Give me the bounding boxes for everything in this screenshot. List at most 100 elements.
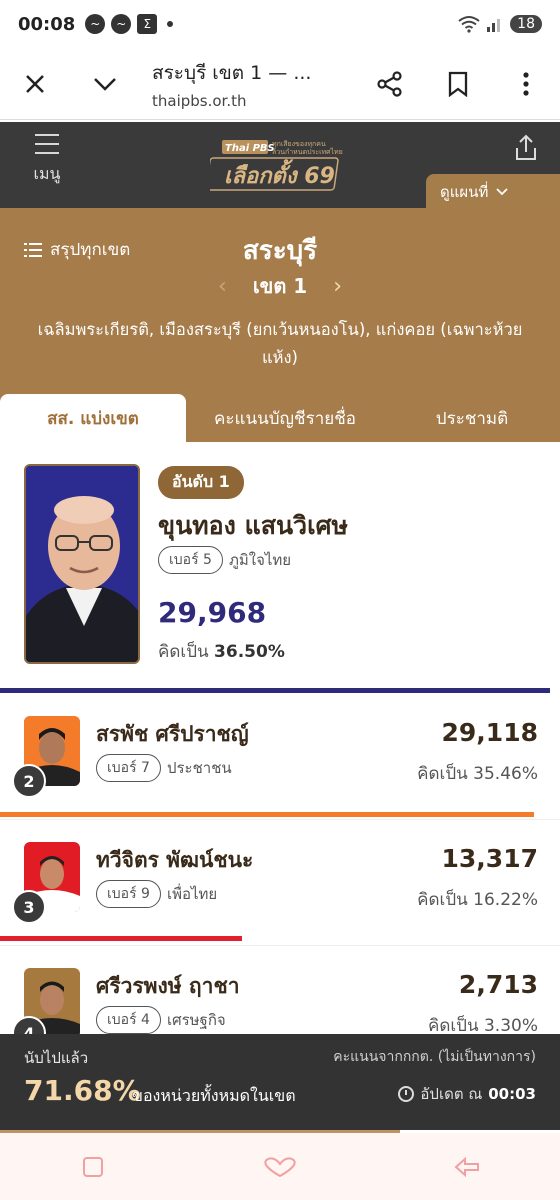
district-navigator: ‹ เขต 1 › bbox=[0, 270, 560, 302]
share-button[interactable] bbox=[356, 48, 424, 120]
chevron-down-icon bbox=[94, 77, 116, 91]
home-button[interactable] bbox=[250, 1147, 310, 1187]
menu-label: เมนู bbox=[33, 164, 61, 183]
site-share-button[interactable] bbox=[510, 132, 542, 164]
status-time: 00:08 bbox=[18, 13, 76, 35]
candidate-party-line: เบอร์ 4 เศรษฐกิจ bbox=[96, 1006, 226, 1034]
percent-value: 36.50% bbox=[214, 642, 285, 662]
vote-share-bar bbox=[0, 812, 534, 817]
rank-number: 2 bbox=[12, 764, 46, 798]
battery-indicator: 18 bbox=[510, 15, 542, 33]
tab-constituency[interactable]: สส. แบ่งเขต bbox=[0, 394, 186, 442]
winner-votes: 29,968 bbox=[158, 596, 267, 629]
tab-party-list[interactable]: คะแนนบัญชีรายชื่อ bbox=[186, 394, 384, 442]
candidate-number: เบอร์ 4 bbox=[96, 1006, 161, 1034]
sigma-app-icon: Σ bbox=[137, 14, 158, 34]
candidate-name: ทวีจิตร พัฒน์ชนะ bbox=[96, 848, 254, 872]
view-map-label: ดูแผนที่ bbox=[440, 183, 489, 201]
svg-text:ทุกเสียงของทุกคน: ทุกเสียงของทุกคน bbox=[272, 140, 326, 148]
winner-card[interactable]: อันดับ 1 ขุนทอง แสนวิเศษ เบอร์ 5 ภูมิใจไ… bbox=[0, 442, 560, 694]
page-title: สระบุรี เขต 1 — ... bbox=[152, 61, 312, 84]
wifi-icon bbox=[458, 16, 480, 33]
candidate-number: เบอร์ 7 bbox=[96, 754, 161, 782]
bookmark-icon bbox=[448, 71, 468, 97]
candidate-number: เบอร์ 9 bbox=[96, 880, 161, 908]
district-number: เขต 1 bbox=[252, 274, 308, 298]
menu-button[interactable]: เมนู bbox=[22, 134, 72, 187]
more-options-button[interactable] bbox=[492, 48, 560, 120]
candidate-votes: 2,713 bbox=[458, 970, 538, 999]
winner-percent: คิดเป็น 36.50% bbox=[158, 638, 285, 665]
candidate-party-line: เบอร์ 7 ประชาชน bbox=[96, 754, 232, 782]
next-district-button[interactable]: › bbox=[333, 274, 342, 299]
last-updated: อัปเดต ณ 00:03 bbox=[398, 1082, 536, 1106]
status-bar: 00:08 ~ ~ Σ 18 bbox=[0, 0, 560, 48]
party-name: ประชาชน bbox=[166, 759, 232, 777]
counted-percent: 71.68% bbox=[24, 1074, 141, 1107]
svg-text:เลือกตั้ง 69: เลือกตั้ง 69 bbox=[224, 159, 335, 189]
clock-icon bbox=[398, 1086, 415, 1102]
prev-district-button[interactable]: ‹ bbox=[218, 274, 227, 299]
browser-toolbar: สระบุรี เขต 1 — ... thaipbs.or.th bbox=[0, 48, 560, 120]
candidate-name: ศรีวรพงษ์ ฤาชา bbox=[96, 974, 240, 998]
candidate-party-line: เบอร์ 9 เพื่อไทย bbox=[96, 880, 217, 908]
signal-icon bbox=[487, 19, 501, 32]
result-tabs: สส. แบ่งเขต คะแนนบัญชีรายชื่อ ประชามติ bbox=[0, 394, 560, 442]
candidate-votes: 13,317 bbox=[441, 844, 538, 873]
more-vert-icon bbox=[523, 71, 529, 96]
system-nav-bar bbox=[0, 1133, 560, 1200]
province-title: สระบุรี bbox=[242, 236, 318, 266]
svg-text:Thai PBS: Thai PBS bbox=[225, 143, 275, 154]
percent-prefix: คิดเป็น bbox=[158, 642, 209, 662]
page-title-area[interactable]: สระบุรี เขต 1 — ... thaipbs.or.th bbox=[140, 58, 356, 110]
candidate-number: เบอร์ 5 bbox=[158, 546, 223, 574]
updated-time: 00:03 bbox=[488, 1085, 536, 1103]
hamburger-icon bbox=[35, 134, 59, 154]
recent-apps-icon bbox=[83, 1156, 104, 1177]
svg-text:ล้วนกำหนดประเทศไทย: ล้วนกำหนดประเทศไทย bbox=[272, 147, 343, 156]
counted-suffix: ของหน่วยทั้งหมดในเขต bbox=[132, 1086, 296, 1105]
party-name: เศรษฐกิจ bbox=[166, 1011, 226, 1029]
collapse-button[interactable] bbox=[70, 48, 140, 120]
chevron-down-icon bbox=[496, 188, 508, 196]
back-button[interactable] bbox=[437, 1147, 497, 1187]
home-heart-icon bbox=[264, 1156, 296, 1177]
tab-referendum[interactable]: ประชามติ bbox=[384, 394, 560, 442]
district-panel: สรุปทุกเขต สระบุรี ‹ เขต 1 › เฉลิมพระเกี… bbox=[0, 208, 560, 394]
winner-photo bbox=[24, 464, 140, 664]
district-areas: เฉลิมพระเกียรติ, เมืองสระบุรี (ยกเว้นหนอ… bbox=[37, 320, 523, 367]
party-name: ภูมิใจไทย bbox=[228, 551, 292, 569]
counted-label: นับไปแล้ว bbox=[24, 1049, 89, 1067]
rank-badge: อันดับ 1 bbox=[158, 466, 244, 499]
vote-share-bar bbox=[0, 688, 550, 693]
counting-status-bar: นับไปแล้ว คะแนนจากกกต. (ไม่เป็นทางการ) 7… bbox=[0, 1034, 560, 1130]
candidate-votes: 29,118 bbox=[441, 718, 538, 747]
share-icon bbox=[377, 70, 402, 97]
winner-name: ขุนทอง แสนวิเศษ bbox=[158, 511, 348, 540]
more-notifications-icon bbox=[167, 21, 174, 27]
bookmark-button[interactable] bbox=[424, 48, 492, 120]
candidate-percent: คิดเป็น 16.22% bbox=[417, 890, 538, 910]
candidate-row[interactable]: 2 สรพัช ศรีปราชญ์ เบอร์ 7 ประชาชน 29,118… bbox=[0, 694, 560, 820]
messenger-icon: ~ bbox=[85, 14, 106, 34]
updated-prefix: อัปเดต ณ bbox=[420, 1085, 483, 1103]
winner-party-line: เบอร์ 5 ภูมิใจไทย bbox=[158, 546, 291, 574]
vote-share-bar bbox=[0, 936, 242, 941]
election-logo[interactable]: Thai PBS ทุกเสียงของทุกคน ล้วนกำหนดประเท… bbox=[205, 132, 350, 194]
candidate-row[interactable]: 3 ทวีจิตร พัฒน์ชนะ เบอร์ 9 เพื่อไทย 13,3… bbox=[0, 820, 560, 946]
candidate-name: สรพัช ศรีปราชญ์ bbox=[96, 722, 249, 746]
upload-share-icon bbox=[516, 134, 536, 160]
site-header: เมนู Thai PBS ทุกเสียงของทุกคน ล้วนกำหนด… bbox=[0, 122, 560, 210]
rank-number: 3 bbox=[12, 890, 46, 924]
party-name: เพื่อไทย bbox=[166, 885, 218, 903]
close-tab-button[interactable] bbox=[0, 48, 70, 120]
messenger-icon-2: ~ bbox=[111, 14, 132, 34]
close-icon bbox=[26, 74, 44, 93]
candidate-percent: คิดเป็น 35.46% bbox=[417, 764, 538, 784]
back-icon bbox=[454, 1156, 479, 1177]
data-source-note: คะแนนจากกกต. (ไม่เป็นทางการ) bbox=[333, 1049, 536, 1065]
page-url: thaipbs.or.th bbox=[152, 91, 247, 110]
view-map-dropdown[interactable]: ดูแผนที่ bbox=[426, 174, 560, 210]
recent-apps-button[interactable] bbox=[63, 1147, 123, 1187]
election-logo-graphic: Thai PBS ทุกเสียงของทุกคน ล้วนกำหนดประเท… bbox=[205, 140, 343, 191]
